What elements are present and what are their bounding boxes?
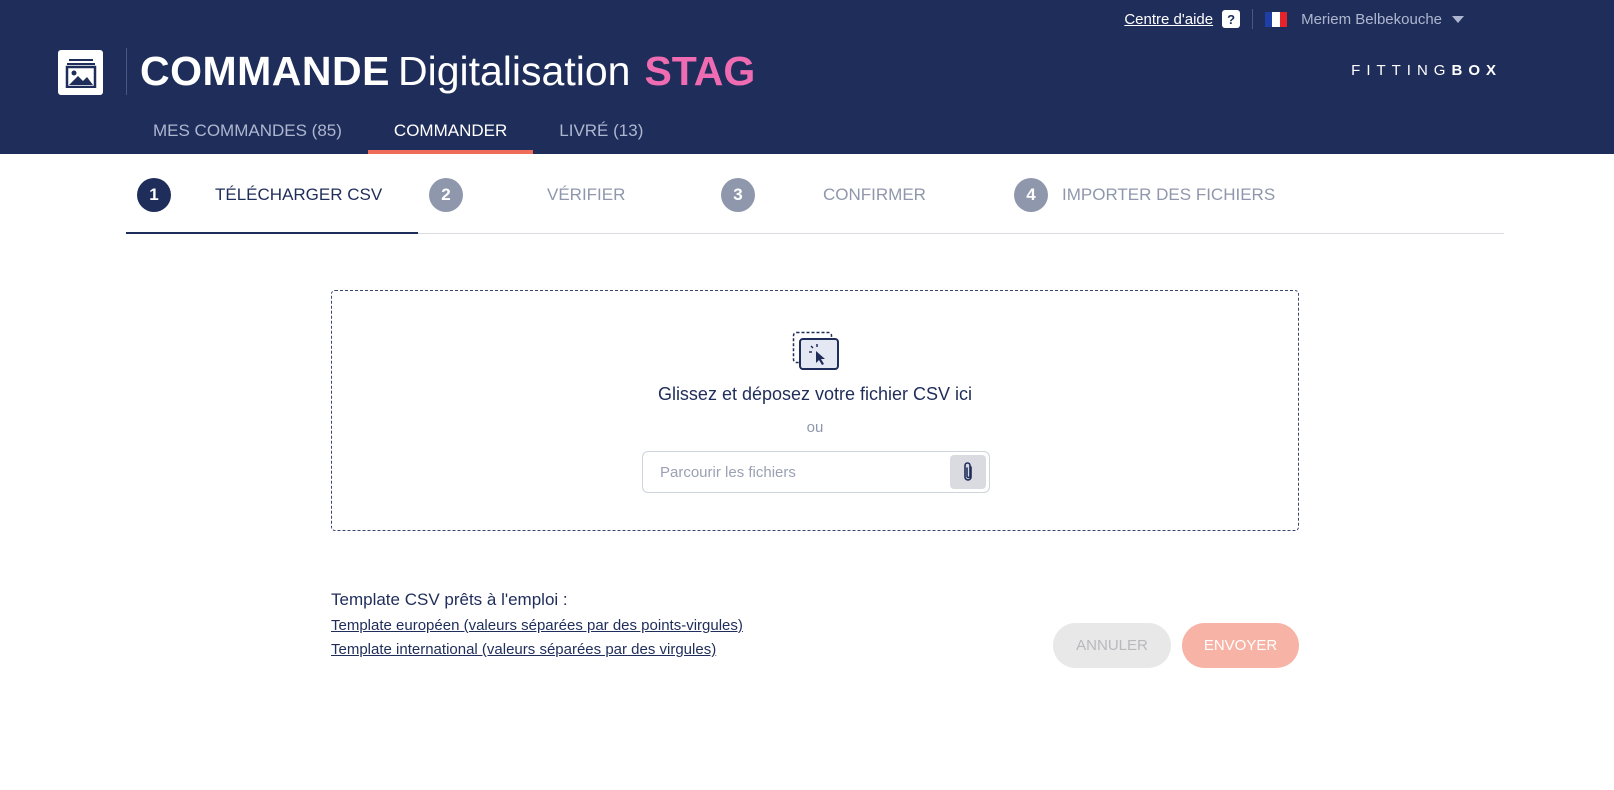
template-international-link[interactable]: Template international (valeurs séparées… (331, 641, 743, 658)
help-center-link[interactable]: Centre d'aide (1124, 11, 1213, 28)
brand-logo: FITTINGBOX (1351, 62, 1502, 79)
paperclip-icon[interactable] (950, 455, 986, 489)
dropzone-or: ou (806, 419, 824, 436)
browse-files-placeholder: Parcourir les fichiers (660, 464, 796, 481)
brand-logo-part1: FITTING (1351, 62, 1452, 79)
dropzone-title: Glissez et déposez votre fichier CSV ici (657, 384, 973, 404)
step-number: 3 (721, 177, 755, 212)
topbar: Centre d'aide ? Meriem Belbekouche (1124, 9, 1464, 29)
drag-drop-icon (792, 331, 840, 371)
step-label: TÉLÉCHARGER CSV (215, 184, 383, 204)
logo-divider (126, 48, 127, 95)
tab-mes-commandes[interactable]: MES COMMANDES (85) (127, 114, 368, 154)
step-import-files: 4 IMPORTER DES FICHIERS (1014, 155, 1275, 234)
cancel-button[interactable]: ANNULER (1053, 623, 1171, 668)
tab-commander[interactable]: COMMANDER (367, 114, 534, 154)
step-label: CONFIRMER (823, 184, 926, 204)
environment-label: STAG (644, 48, 756, 94)
tab-livre[interactable]: LIVRÉ (13) (533, 114, 669, 154)
app-title-main: COMMANDE (140, 48, 390, 94)
step-upload-csv: 1 TÉLÉCHARGER CSV (137, 155, 382, 234)
csv-templates: Template CSV prêts à l'emploi : Template… (331, 590, 743, 658)
brand-logo-part2: BOX (1451, 62, 1502, 79)
help-icon[interactable]: ? (1222, 10, 1241, 28)
step-confirm: 3 CONFIRMER (721, 155, 926, 234)
user-menu-name[interactable]: Meriem Belbekouche (1301, 11, 1442, 28)
step-number: 1 (137, 177, 171, 212)
app-logo-icon (58, 50, 103, 95)
step-label: VÉRIFIER (547, 184, 626, 204)
chevron-down-icon[interactable] (1452, 15, 1464, 23)
stepper: 1 TÉLÉCHARGER CSV 2 VÉRIFIER 3 CONFIRMER… (126, 155, 1504, 234)
send-button[interactable]: ENVOYER (1182, 623, 1299, 668)
templates-title: Template CSV prêts à l'emploi : (331, 590, 568, 609)
main-nav: MES COMMANDES (85) COMMANDER LIVRÉ (13) (127, 114, 669, 154)
fr-flag-icon[interactable] (1265, 11, 1288, 27)
step-number: 4 (1014, 177, 1048, 212)
csv-dropzone[interactable]: Glissez et déposez votre fichier CSV ici… (331, 290, 1299, 531)
browse-files-input[interactable]: Parcourir les fichiers (642, 451, 990, 493)
app-title: COMMANDE Digitalisation STAG (140, 45, 755, 97)
step-label: IMPORTER DES FICHIERS (1062, 184, 1276, 204)
step-number: 2 (429, 177, 463, 212)
app-header: Centre d'aide ? Meriem Belbekouche COMMA… (0, 0, 1614, 154)
app-title-sub: Digitalisation (397, 48, 631, 94)
step-verify: 2 VÉRIFIER (429, 155, 625, 234)
template-european-link[interactable]: Template européen (valeurs séparées par … (331, 617, 743, 634)
active-step-indicator (126, 232, 418, 234)
topbar-divider (1252, 9, 1254, 29)
